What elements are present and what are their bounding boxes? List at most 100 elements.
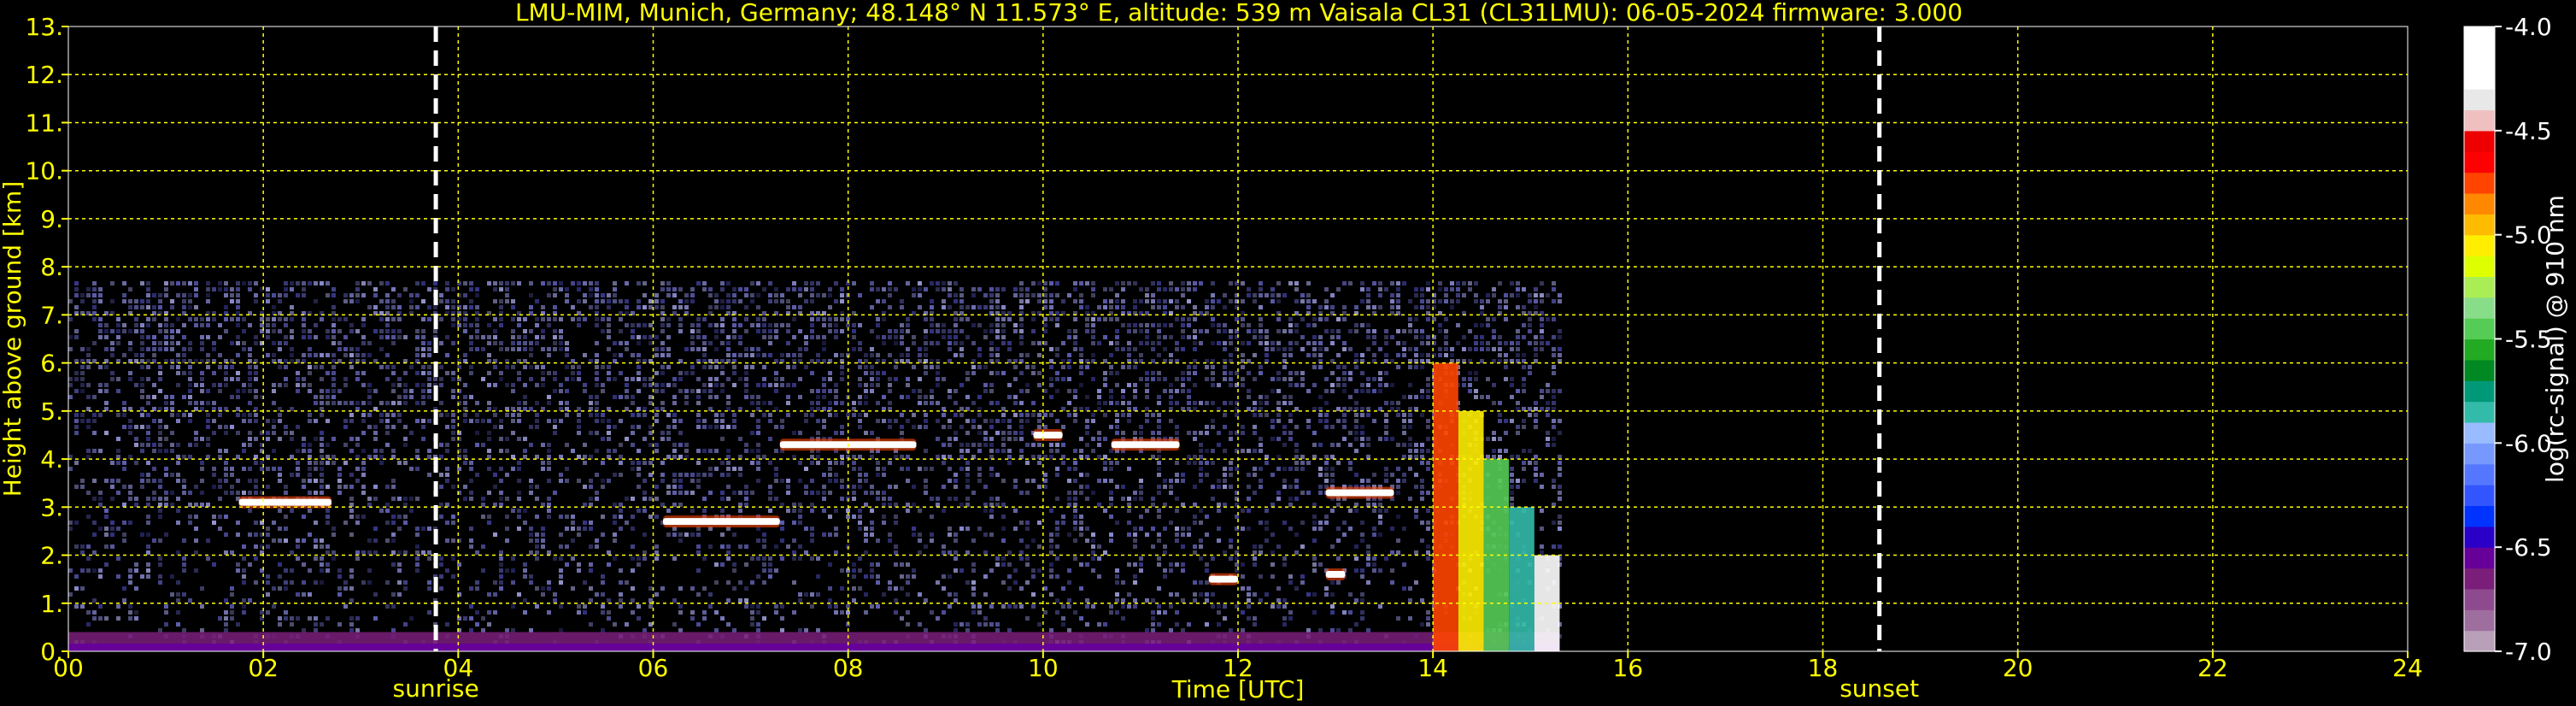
noise-pixel	[816, 556, 820, 562]
noise-pixel	[320, 377, 324, 382]
noise-pixel	[1055, 389, 1059, 394]
noise-pixel	[690, 491, 695, 496]
noise-pixel	[1211, 371, 1215, 376]
noise-pixel	[1420, 299, 1424, 304]
noise-pixel	[1300, 293, 1305, 298]
noise-pixel	[1378, 371, 1382, 376]
noise-pixel	[278, 383, 282, 388]
noise-pixel	[1187, 299, 1191, 304]
noise-pixel	[1288, 431, 1293, 436]
noise-pixel	[637, 449, 641, 454]
noise-pixel	[320, 437, 324, 442]
noise-pixel	[547, 515, 551, 520]
noise-pixel	[714, 347, 719, 352]
noise-pixel	[385, 521, 390, 526]
noise-pixel	[1247, 509, 1251, 514]
noise-pixel	[86, 491, 91, 496]
noise-pixel	[1384, 401, 1388, 406]
noise-pixel	[954, 497, 958, 502]
noise-pixel	[637, 377, 641, 382]
noise-pixel	[1372, 377, 1376, 382]
noise-pixel	[1103, 371, 1107, 376]
noise-pixel	[1378, 347, 1382, 352]
noise-pixel	[1492, 455, 1496, 460]
noise-pixel	[284, 317, 288, 322]
noise-pixel	[708, 383, 713, 388]
noise-pixel	[1420, 497, 1424, 502]
noise-pixel	[1312, 353, 1317, 358]
noise-pixel	[613, 281, 617, 286]
noise-pixel	[1157, 341, 1161, 346]
noise-pixel	[1217, 341, 1221, 346]
noise-pixel	[1157, 281, 1161, 286]
noise-pixel	[738, 377, 742, 382]
noise-pixel	[200, 317, 204, 322]
noise-pixel	[726, 544, 731, 550]
noise-pixel	[696, 329, 701, 334]
noise-pixel	[726, 341, 731, 346]
noise-pixel	[385, 425, 390, 430]
noise-pixel	[822, 323, 826, 328]
noise-pixel	[302, 538, 306, 544]
noise-pixel	[308, 568, 312, 574]
noise-pixel	[1007, 317, 1012, 322]
noise-pixel	[92, 497, 97, 502]
noise-pixel	[912, 532, 916, 538]
noise-pixel	[499, 503, 503, 508]
noise-pixel	[308, 389, 312, 394]
noise-pixel	[768, 419, 772, 424]
noise-pixel	[601, 437, 605, 442]
noise-pixel	[822, 335, 826, 340]
noise-pixel	[290, 353, 294, 358]
noise-pixel	[666, 532, 671, 538]
noise-pixel	[1109, 479, 1113, 484]
noise-pixel	[421, 353, 425, 358]
noise-pixel	[625, 377, 629, 382]
noise-pixel	[1354, 544, 1358, 550]
noise-pixel	[750, 556, 754, 562]
noise-pixel	[1378, 437, 1382, 442]
noise-pixel	[98, 293, 103, 298]
noise-pixel	[326, 401, 330, 406]
noise-pixel	[104, 562, 109, 568]
noise-pixel	[326, 395, 330, 400]
noise-pixel	[1270, 287, 1275, 292]
noise-pixel	[535, 317, 539, 322]
noise-pixel	[660, 329, 665, 334]
noise-pixel	[858, 383, 862, 388]
noise-pixel	[666, 323, 671, 328]
noise-pixel	[918, 538, 922, 544]
noise-pixel	[804, 419, 808, 424]
noise-pixel	[595, 401, 599, 406]
noise-pixel	[942, 335, 946, 340]
noise-pixel	[116, 341, 120, 346]
noise-pixel	[750, 395, 754, 400]
noise-pixel	[1211, 485, 1215, 490]
noise-pixel	[726, 401, 731, 406]
noise-pixel	[68, 568, 73, 574]
noise-pixel	[870, 521, 874, 526]
noise-pixel	[517, 509, 521, 514]
noise-pixel	[1408, 455, 1412, 460]
noise-pixel	[553, 347, 557, 352]
noise-pixel	[355, 521, 360, 526]
noise-pixel	[714, 413, 719, 418]
noise-pixel	[1157, 562, 1161, 568]
noise-pixel	[92, 293, 97, 298]
noise-pixel	[882, 473, 886, 478]
noise-pixel	[684, 532, 689, 538]
noise-pixel	[1366, 544, 1370, 550]
noise-pixel	[541, 317, 545, 322]
noise-pixel	[774, 377, 778, 382]
noise-pixel	[1294, 371, 1299, 376]
noise-pixel	[158, 443, 162, 448]
noise-pixel	[1139, 497, 1143, 502]
noise-pixel	[1462, 281, 1466, 286]
noise-pixel	[236, 431, 240, 436]
noise-pixel	[200, 401, 204, 406]
noise-pixel	[906, 455, 910, 460]
noise-pixel	[762, 538, 766, 544]
noise-pixel	[1217, 443, 1221, 448]
noise-pixel	[1390, 383, 1394, 388]
noise-pixel	[1540, 389, 1544, 394]
